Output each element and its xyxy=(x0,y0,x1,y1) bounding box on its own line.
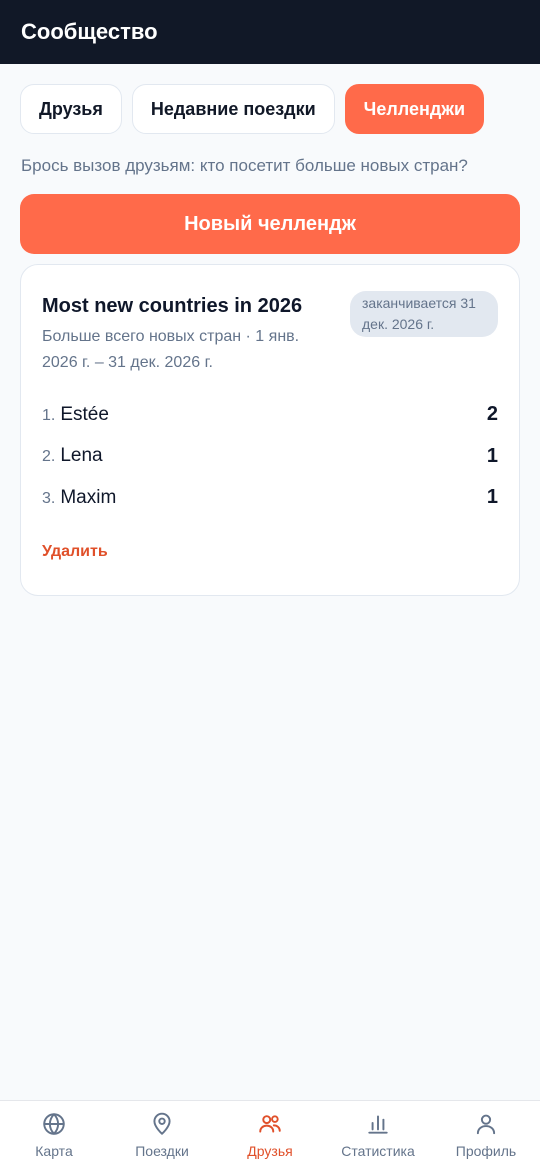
tab-challenges[interactable]: Челленджи xyxy=(344,84,485,134)
nav-item-stats[interactable]: Статистика xyxy=(324,1101,432,1170)
leaderboard-entry: 2. Lena xyxy=(42,445,103,467)
nav-item-trips[interactable]: Поездки xyxy=(108,1101,216,1170)
challenge-subtitle: Больше всего новых стран · 1 янв. 2026 г… xyxy=(42,328,300,371)
rank-name: Maxim xyxy=(60,486,117,508)
challenge-card-header: Most new countries in 2026 Больше всего … xyxy=(42,291,498,376)
rank-number: 3. xyxy=(42,489,56,507)
header-bar: Сообщество xyxy=(0,0,540,64)
delete-challenge-button[interactable]: Удалить xyxy=(42,543,498,561)
user-icon xyxy=(476,1114,496,1135)
bar-chart-icon xyxy=(368,1115,388,1134)
tab-recent-trips[interactable]: Недавние поездки xyxy=(131,84,335,134)
challenge-card: Most new countries in 2026 Больше всего … xyxy=(20,264,520,596)
rank-score: 1 xyxy=(486,444,498,467)
nav-label: Поездки xyxy=(135,1143,189,1159)
rank-number: 2. xyxy=(42,448,56,466)
leaderboard-row: 2. Lena 1 xyxy=(42,436,498,478)
leaderboard-row: 1. Estée 2 xyxy=(42,394,498,436)
leaderboard: 1. Estée 2 2. Lena 1 3. Maxim 1 xyxy=(42,394,498,519)
challenge-end-badge: заканчивается 31 дек. 2026 г. xyxy=(350,291,498,337)
nav-label: Друзья xyxy=(247,1143,293,1159)
rank-name: Lena xyxy=(60,445,103,467)
leaderboard-entry: 3. Maxim xyxy=(42,487,116,509)
globe-icon xyxy=(43,1113,65,1135)
nav-label: Статистика xyxy=(341,1143,415,1159)
tab-friends[interactable]: Друзья xyxy=(20,84,122,134)
challenges-hint: Брось вызов друзьям: кто посетит больше … xyxy=(21,156,468,175)
app-screen: Сообщество Друзья Недавние поездки Челле… xyxy=(0,0,540,1170)
users-icon xyxy=(259,1115,281,1133)
rank-score: 1 xyxy=(486,486,498,509)
map-pin-icon xyxy=(153,1112,171,1135)
leaderboard-entry: 1. Estée xyxy=(42,404,109,426)
challenge-heading: Most new countries in 2026 Больше всего … xyxy=(42,291,350,376)
nav-label: Профиль xyxy=(455,1143,517,1159)
bottom-nav: Карта Поездки Друзья Статистика Профиль xyxy=(0,1100,540,1170)
nav-item-friends[interactable]: Друзья xyxy=(216,1101,324,1170)
nav-label: Карта xyxy=(35,1143,73,1159)
page-title: Сообщество xyxy=(21,19,158,44)
rank-name: Estée xyxy=(60,403,109,425)
rank-score: 2 xyxy=(486,403,498,426)
nav-item-profile[interactable]: Профиль xyxy=(432,1101,540,1170)
nav-item-map[interactable]: Карта xyxy=(0,1101,108,1170)
leaderboard-row: 3. Maxim 1 xyxy=(42,477,498,519)
rank-number: 1. xyxy=(42,406,56,424)
new-challenge-button[interactable]: Новый челлендж xyxy=(20,194,520,254)
challenge-title: Most new countries in 2026 xyxy=(42,295,303,317)
tab-bar: Друзья Недавние поездки Челленджи xyxy=(0,64,540,134)
